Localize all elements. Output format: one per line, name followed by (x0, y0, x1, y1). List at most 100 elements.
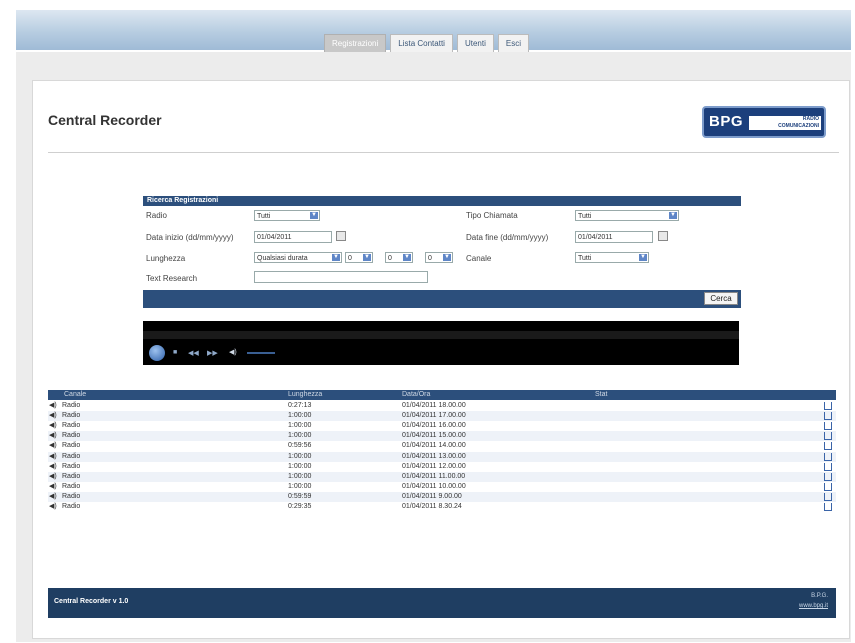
footer-version: Central Recorder v 1.0 (54, 598, 129, 605)
table-row[interactable]: ◀) Radio 1:00:00 01/04/2011 15.00.00 (48, 431, 836, 442)
cell-canale: Radio (62, 482, 81, 490)
chevron-down-icon: ▼ (639, 254, 647, 261)
speaker-icon[interactable]: ◀) (49, 452, 57, 462)
results-table-header: Canale Lunghezza Data/Ora Stat (48, 390, 836, 400)
search-action-bar (143, 290, 741, 308)
data-inizio-input[interactable]: 01/04/2011 (254, 231, 332, 243)
speaker-icon[interactable]: ◀) (49, 462, 57, 472)
table-row[interactable]: ◀) Radio 0:29:35 01/04/2011 8.30.24 (48, 502, 836, 512)
download-icon[interactable] (824, 462, 832, 471)
table-row[interactable]: ◀) Radio 0:27:13 01/04/2011 18.00.00 (48, 401, 836, 411)
cell-data-ora: 01/04/2011 16.00.00 (402, 422, 466, 430)
tab-utenti[interactable]: Utenti (456, 34, 494, 52)
table-row[interactable]: ◀) Radio 1:00:00 01/04/2011 17.00.00 (48, 411, 836, 422)
table-row[interactable]: ◀) Radio 0:59:59 01/04/2011 9.00.00 (48, 491, 836, 502)
speaker-icon[interactable]: ◀) (49, 441, 57, 451)
next-icon[interactable]: ▶▶ (207, 349, 218, 357)
cell-data-ora: 01/04/2011 9.00.00 (402, 492, 462, 500)
chevron-down-icon: ▼ (669, 212, 677, 219)
cell-canale: Radio (62, 452, 81, 460)
footer: Central Recorder v 1.0 B.P.G. www.bpg.it (48, 588, 836, 618)
download-icon[interactable] (824, 452, 832, 461)
tab-registrazioni[interactable]: Registrazioni (324, 34, 387, 52)
lunghezza-value: Qualsiasi durata (257, 255, 308, 262)
speaker-icon[interactable]: ◀) (49, 421, 57, 431)
speaker-icon[interactable]: ◀) (49, 502, 57, 512)
logo-sub-line1: RADIO (802, 116, 819, 122)
previous-icon[interactable]: ◀◀ (188, 349, 199, 357)
cell-canale: Radio (62, 503, 81, 510)
speaker-icon[interactable]: ◀) (49, 431, 57, 441)
lunghezza-seconds-select[interactable]: 0 ▼ (425, 252, 453, 263)
download-icon[interactable] (824, 472, 832, 481)
column-header-canale[interactable]: Canale (64, 390, 86, 400)
radio-select[interactable]: Tutti ▼ (254, 210, 320, 221)
radio-label: Radio (146, 211, 167, 220)
cell-canale: Radio (62, 492, 81, 500)
text-research-input[interactable] (254, 271, 428, 283)
table-row[interactable]: ◀) Radio 1:00:00 01/04/2011 10.00.00 (48, 482, 836, 492)
table-row[interactable]: ◀) Radio 1:00:00 01/04/2011 16.00.00 (48, 421, 836, 431)
play-icon[interactable] (149, 345, 165, 361)
cell-canale: Radio (62, 432, 81, 440)
lunghezza-select[interactable]: Qualsiasi durata ▼ (254, 252, 342, 263)
speaker-icon[interactable]: ◀) (49, 482, 57, 492)
column-header-lunghezza[interactable]: Lunghezza (288, 390, 322, 400)
download-icon[interactable] (824, 442, 832, 451)
canale-select[interactable]: Tutti ▼ (575, 252, 649, 263)
chevron-down-icon: ▼ (332, 254, 340, 261)
radio-select-value: Tutti (257, 213, 271, 220)
cell-data-ora: 01/04/2011 11.00.00 (402, 472, 466, 480)
volume-icon[interactable]: ◀) (229, 348, 237, 356)
speaker-icon[interactable]: ◀) (49, 411, 57, 421)
tab-esci[interactable]: Esci (497, 34, 529, 52)
lunghezza-minutes-select[interactable]: 0 ▼ (385, 252, 413, 263)
search-panel-title: Ricerca Registrazioni (143, 196, 741, 206)
download-icon[interactable] (824, 432, 832, 441)
cell-canale: Radio (62, 412, 81, 420)
cerca-button[interactable]: Cerca (704, 292, 738, 305)
download-icon[interactable] (824, 492, 832, 501)
lunghezza-hours-select[interactable]: 0 ▼ (345, 252, 373, 263)
column-header-data-ora[interactable]: Data/Ora (402, 390, 430, 400)
calendar-icon[interactable] (658, 231, 668, 241)
speaker-icon[interactable]: ◀) (49, 492, 57, 502)
lunghezza-hours-value: 0 (348, 255, 352, 262)
text-research-label: Text Research (146, 274, 198, 283)
cell-data-ora: 01/04/2011 10.00.00 (402, 482, 466, 490)
footer-link[interactable]: www.bpg.it (799, 603, 828, 609)
cell-canale: Radio (62, 402, 81, 409)
speaker-icon[interactable]: ◀) (49, 401, 57, 411)
table-row[interactable]: ◀) Radio 1:00:00 01/04/2011 12.00.00 (48, 462, 836, 472)
player-progress-strip[interactable] (143, 331, 739, 339)
cell-canale: Radio (62, 442, 81, 450)
download-icon[interactable] (824, 412, 832, 421)
column-header-stat[interactable]: Stat (595, 390, 607, 400)
speaker-icon[interactable]: ◀) (49, 472, 57, 482)
logo-text: BPG (709, 113, 744, 130)
stop-icon[interactable]: ■ (173, 349, 177, 356)
table-row[interactable]: ◀) Radio 1:00:00 01/04/2011 11.00.00 (48, 471, 836, 482)
chevron-down-icon: ▼ (403, 254, 411, 261)
download-icon[interactable] (824, 503, 832, 511)
cell-canale: Radio (62, 422, 81, 430)
download-icon[interactable] (824, 402, 832, 410)
tab-lista-contatti[interactable]: Lista Contatti (390, 34, 453, 52)
data-fine-input[interactable]: 01/04/2011 (575, 231, 653, 243)
calendar-icon[interactable] (336, 231, 346, 241)
page-title: Central Recorder (48, 112, 162, 128)
download-icon[interactable] (824, 482, 832, 491)
tipo-chiamata-select[interactable]: Tutti ▼ (575, 210, 679, 221)
data-fine-label: Data fine (dd/mm/yyyy) (466, 233, 549, 242)
cell-lunghezza: 0:59:56 (288, 442, 312, 450)
bpg-logo: BPG RADIO COMUNICAZIONI (702, 106, 826, 138)
download-icon[interactable] (824, 422, 832, 431)
table-row[interactable]: ◀) Radio 1:00:00 01/04/2011 13.00.00 (48, 451, 836, 462)
lunghezza-seconds-value: 0 (428, 255, 432, 262)
table-row[interactable]: ◀) Radio 0:59:56 01/04/2011 14.00.00 (48, 441, 836, 451)
cell-lunghezza: 1:00:00 (288, 452, 312, 460)
volume-slider[interactable] (247, 352, 275, 354)
tipo-chiamata-label: Tipo Chiamata (466, 211, 518, 220)
title-divider (48, 152, 839, 153)
cell-data-ora: 01/04/2011 14.00.00 (402, 442, 466, 450)
